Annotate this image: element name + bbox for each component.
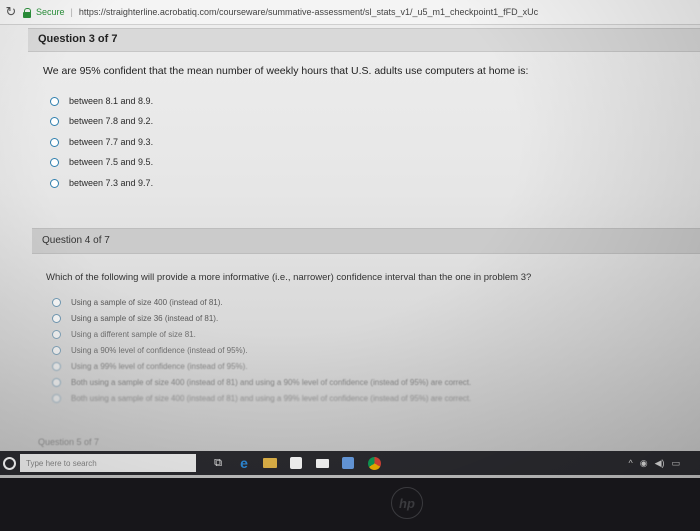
q3-option-5[interactable]: between 7.3 and 9.7. xyxy=(50,178,153,188)
question-3-header: Question 3 of 7 xyxy=(28,28,700,52)
radio-button[interactable] xyxy=(52,330,61,339)
radio-button[interactable] xyxy=(50,178,59,188)
lock-icon xyxy=(22,7,32,18)
radio-button[interactable] xyxy=(52,346,61,355)
q4-option-4-label: Using a 90% level of confidence (instead… xyxy=(71,346,248,355)
radio-button[interactable] xyxy=(50,116,59,126)
q4-option-7-label: Both using a sample of size 400 (instead… xyxy=(71,394,472,403)
q4-option-1-label: Using a sample of size 400 (instead of 8… xyxy=(71,298,223,307)
q3-option-3-label: between 7.7 and 9.3. xyxy=(69,137,154,147)
q4-option-3-label: Using a different sample of size 81. xyxy=(71,330,196,339)
q3-option-2-label: between 7.8 and 9.2. xyxy=(69,116,154,126)
q3-option-1[interactable]: between 8.1 and 8.9. xyxy=(50,96,153,106)
show-hidden-icons-icon[interactable]: ^ xyxy=(628,458,632,469)
q4-option-3[interactable]: Using a different sample of size 81. xyxy=(52,330,196,339)
q4-option-5[interactable]: Using a 99% level of confidence (instead… xyxy=(52,362,248,371)
question-3-text: We are 95% confident that the mean numbe… xyxy=(43,65,529,77)
question-4-title: Question 4 of 7 xyxy=(42,235,110,246)
volume-icon[interactable]: ◀) xyxy=(655,458,665,469)
radio-button[interactable] xyxy=(50,137,59,147)
file-explorer-icon[interactable] xyxy=(262,455,278,471)
radio-button[interactable] xyxy=(52,394,61,403)
q4-option-2-label: Using a sample of size 36 (instead of 81… xyxy=(71,314,219,323)
question-4-text: Which of the following will provide a mo… xyxy=(46,272,532,283)
q3-option-2[interactable]: between 7.8 and 9.2. xyxy=(50,116,153,126)
url-text[interactable]: https://straighterline.acrobatiq.com/cou… xyxy=(79,7,538,17)
taskbar-search-input[interactable]: Type here to search xyxy=(20,454,196,472)
q3-option-4-label: between 7.5 and 9.5. xyxy=(69,157,154,167)
q4-option-4[interactable]: Using a 90% level of confidence (instead… xyxy=(52,346,248,355)
windows-taskbar: Type here to search ⧉ e ^ ◉ ◀) ▭ xyxy=(0,451,700,475)
address-bar[interactable]: ↻ Secure | https://straighterline.acroba… xyxy=(0,0,700,25)
radio-button[interactable] xyxy=(50,157,59,167)
task-view-icon[interactable]: ⧉ xyxy=(210,455,226,471)
radio-button[interactable] xyxy=(52,314,61,323)
monitor-screen: ↻ Secure | https://straighterline.acroba… xyxy=(0,0,700,478)
q4-option-2[interactable]: Using a sample of size 36 (instead of 81… xyxy=(52,314,218,323)
secure-label: Secure xyxy=(36,7,65,17)
system-tray: ^ ◉ ◀) ▭ xyxy=(628,458,680,469)
radio-button[interactable] xyxy=(52,378,61,387)
radio-button[interactable] xyxy=(52,362,61,371)
reload-icon[interactable]: ↻ xyxy=(0,4,22,20)
q4-option-6-label: Both using a sample of size 400 (instead… xyxy=(71,378,472,387)
mail-icon[interactable] xyxy=(314,455,330,471)
notification-icon[interactable]: ▭ xyxy=(671,458,680,469)
network-icon[interactable]: ◉ xyxy=(640,458,648,469)
start-icon[interactable] xyxy=(0,451,18,475)
question-4-header: Question 4 of 7 xyxy=(32,228,700,254)
q3-option-4[interactable]: between 7.5 and 9.5. xyxy=(50,157,153,167)
q3-option-3[interactable]: between 7.7 and 9.3. xyxy=(50,137,153,147)
question-5-header: Question 5 of 7 xyxy=(38,437,100,447)
monitor-bezel xyxy=(0,478,700,531)
address-separator: | xyxy=(70,7,73,17)
photos-icon[interactable] xyxy=(340,455,356,471)
q3-option-1-label: between 8.1 and 8.9. xyxy=(69,96,154,106)
store-icon[interactable] xyxy=(288,455,304,471)
hp-logo-icon: hp xyxy=(391,487,423,519)
q4-option-5-label: Using a 99% level of confidence (instead… xyxy=(71,362,248,371)
edge-icon[interactable]: e xyxy=(236,455,252,471)
question-3-title: Question 3 of 7 xyxy=(38,33,118,45)
q4-option-7[interactable]: Both using a sample of size 400 (instead… xyxy=(52,394,471,403)
q4-option-6[interactable]: Both using a sample of size 400 (instead… xyxy=(52,378,471,387)
radio-button[interactable] xyxy=(52,298,61,307)
taskbar-search-placeholder: Type here to search xyxy=(26,458,97,468)
chrome-icon[interactable] xyxy=(366,455,382,471)
q3-option-5-label: between 7.3 and 9.7. xyxy=(69,178,154,188)
q4-option-1[interactable]: Using a sample of size 400 (instead of 8… xyxy=(52,298,223,307)
radio-button[interactable] xyxy=(50,96,59,106)
